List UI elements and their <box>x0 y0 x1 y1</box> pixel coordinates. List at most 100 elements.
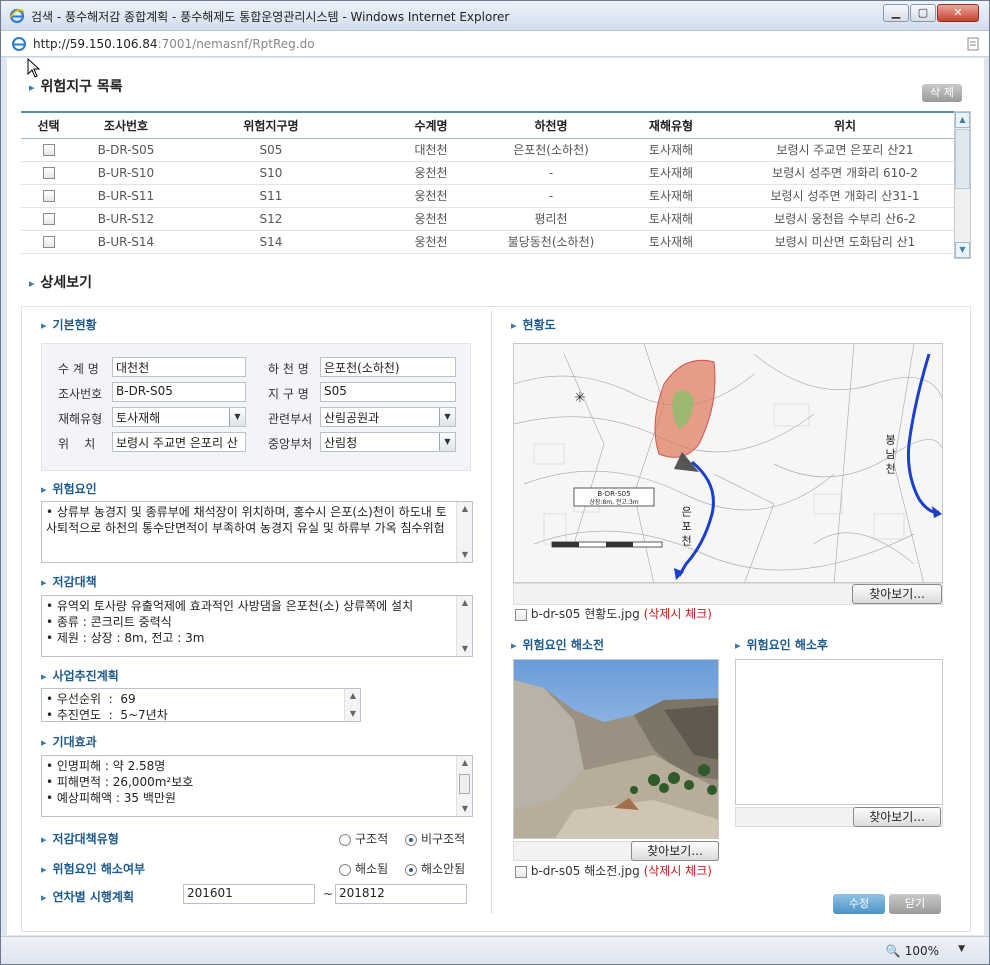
scroll-down-arrow[interactable]: ▼ <box>345 707 360 721</box>
table-row[interactable]: B-UR-S14 S14 웅천천 불당동천(소하천) 토사재해 보령시 미산면 … <box>21 230 954 254</box>
scroll-up-arrow[interactable]: ▲ <box>457 502 472 516</box>
row-checkbox[interactable] <box>42 190 55 202</box>
scroll-down-arrow[interactable]: ▼ <box>955 242 970 258</box>
before-title: 위험요인 해소전 <box>522 638 604 652</box>
cell-river: 불당동천(소하천) <box>496 230 606 254</box>
effect-heading: 기대효과 <box>41 733 97 750</box>
dept-select[interactable]: 산림공원과 ▼ <box>320 407 456 427</box>
measure-scrollbar[interactable]: ▲ ▼ <box>456 596 472 656</box>
cell-survey-no: B-UR-S10 <box>76 161 176 185</box>
url-text[interactable]: http://59.150.106.84:7001/nemasnf/RptReg… <box>33 37 315 51</box>
plan-line: • 추진연도 : 5~7년차 <box>46 708 168 722</box>
scroll-thumb[interactable] <box>459 774 470 794</box>
table-row[interactable]: B-UR-S11 S11 웅천천 - 토사재해 보령시 성주면 개화리 산31-… <box>21 184 954 208</box>
river-field[interactable]: 은포천(소하천) <box>320 357 456 377</box>
chevron-down-icon[interactable]: ▼ <box>229 408 245 426</box>
detail-section-title: 상세보기 <box>29 272 93 292</box>
url-host: http://59.150.106.84 <box>33 37 158 51</box>
close-button[interactable]: 닫기 <box>889 894 941 914</box>
before-delete-checkbox[interactable] <box>515 865 527 878</box>
before-browse-button[interactable]: 찾아보기... <box>631 841 719 861</box>
col-select: 선택 <box>21 111 76 139</box>
table-row[interactable]: B-DR-S05 S05 대천천 은포천(소하천) 토사재해 보령시 주교면 은… <box>21 138 954 162</box>
measure-title: 저감대책 <box>52 575 97 589</box>
plan-heading: 사업추진계획 <box>41 667 119 684</box>
effect-line: • 피해면적 : 26,000m²보호 <box>46 775 194 789</box>
map-browse-button[interactable]: 찾아보기... <box>852 584 942 604</box>
measure-type-heading: 저감대책유형 <box>41 830 119 847</box>
scroll-down-arrow[interactable]: ▼ <box>457 642 472 656</box>
radio-structural[interactable] <box>339 833 351 846</box>
radio-resolved[interactable] <box>339 863 351 876</box>
row-checkbox[interactable] <box>42 167 55 179</box>
cell-location: 보령시 성주면 개화리 610-2 <box>736 161 954 185</box>
map-delete-hint: (삭제시 체크) <box>643 607 712 621</box>
scroll-up-arrow[interactable]: ▲ <box>457 756 472 770</box>
map-river-label-left: 은 포 천 <box>680 506 693 546</box>
schedule-to-field[interactable]: 201812 <box>335 884 467 904</box>
survey-field[interactable]: B-DR-S05 <box>112 382 246 402</box>
risk-textarea[interactable]: • 상류부 농경지 및 종류부에 채석장이 위치하며, 홍수시 은포(소)천이 … <box>41 501 473 563</box>
district-label: 지 구 명 <box>268 387 309 401</box>
after-heading: 위험요인 해소후 <box>735 636 828 653</box>
scroll-down-arrow[interactable]: ▼ <box>457 802 472 816</box>
resolved-no-option[interactable]: 해소안됨 <box>405 860 465 877</box>
scroll-up-arrow[interactable]: ▲ <box>955 112 970 128</box>
chevron-down-icon[interactable]: ▼ <box>439 408 455 426</box>
effect-scrollbar[interactable]: ▲ ▼ <box>456 756 472 816</box>
scroll-up-arrow[interactable]: ▲ <box>457 596 472 610</box>
row-checkbox[interactable] <box>42 144 55 156</box>
resolved-yes-option[interactable]: 해소됨 <box>339 860 388 877</box>
measure-type-structural-option[interactable]: 구조적 <box>339 830 388 847</box>
basin-field[interactable]: 대천천 <box>112 357 246 377</box>
cell-survey-no: B-DR-S05 <box>76 138 176 162</box>
basic-info-title: 기본현황 <box>52 318 97 332</box>
location-field[interactable]: 보령시 주교면 은포리 산 <box>112 432 246 452</box>
district-field[interactable]: S05 <box>320 382 456 402</box>
list-section-title: 위험지구 목록 <box>29 76 123 96</box>
chevron-down-icon[interactable]: ▼ <box>958 944 965 954</box>
col-location: 위치 <box>736 111 954 139</box>
address-bar[interactable]: http://59.150.106.84:7001/nemasnf/RptReg… <box>1 31 989 57</box>
close-window-button[interactable]: ✕ <box>937 4 979 22</box>
cell-basin: 웅천천 <box>366 184 496 208</box>
risk-scrollbar[interactable]: ▲ ▼ <box>456 502 472 562</box>
measure-type-nonstructural-option[interactable]: 비구조적 <box>405 830 465 847</box>
delete-button[interactable]: 삭 제 <box>922 84 962 102</box>
table-scrollbar[interactable]: ▲ ▼ <box>954 111 971 259</box>
cell-river: 은포천(소하천) <box>496 138 606 162</box>
effect-textarea[interactable]: • 인명피해 : 약 2.58명 • 피해면적 : 26,000m²보호 • 예… <box>41 755 473 817</box>
detail-title-text: 상세보기 <box>40 275 93 291</box>
col-disaster-type: 재해유형 <box>606 111 736 139</box>
row-checkbox[interactable] <box>42 213 55 225</box>
zoom-control[interactable]: 🔍 100% <box>886 944 939 958</box>
measure-textarea[interactable]: • 유역외 토사량 유출억제에 효과적인 사방댐을 은포천(소) 상류쪽에 설치… <box>41 595 473 657</box>
central-select-value: 산림청 <box>324 436 358 450</box>
map-delete-checkbox[interactable] <box>515 608 527 621</box>
after-browse-button[interactable]: 찾아보기... <box>853 807 941 827</box>
col-survey-no: 조사번호 <box>76 111 176 139</box>
before-file-name: b-dr-s05 해소전.jpg <box>530 864 640 878</box>
central-select[interactable]: 산림청 ▼ <box>320 432 456 452</box>
table-row[interactable]: B-UR-S12 S12 웅천천 평리천 토사재해 보령시 웅천읍 수부리 산6… <box>21 207 954 231</box>
plan-scrollbar[interactable]: ▲ ▼ <box>344 689 360 721</box>
maximize-button[interactable]: ▢ <box>910 4 936 22</box>
radio-nonstructural[interactable] <box>405 833 417 846</box>
effect-title: 기대효과 <box>52 735 97 749</box>
table-row[interactable]: B-UR-S10 S10 웅천천 - 토사재해 보령시 성주면 개화리 610-… <box>21 161 954 185</box>
schedule-from-field[interactable]: 201601 <box>183 884 315 904</box>
disaster-label: 재해유형 <box>58 412 103 426</box>
save-button[interactable]: 수정 <box>833 894 885 914</box>
radio-unresolved[interactable] <box>405 863 417 876</box>
scroll-down-arrow[interactable]: ▼ <box>457 548 472 562</box>
radio-unresolved-label: 해소안됨 <box>421 862 466 876</box>
scroll-thumb[interactable] <box>955 129 970 189</box>
row-checkbox[interactable] <box>42 236 55 248</box>
disaster-select[interactable]: 토사재해 ▼ <box>112 407 246 427</box>
plan-textarea[interactable]: • 우선순위 : 69 • 추진연도 : 5~7년차 ▲ ▼ <box>41 688 361 722</box>
plan-line: • 우선순위 : 69 <box>46 692 136 706</box>
minimize-button[interactable]: ▁ <box>883 4 909 22</box>
cell-location: 보령시 미산면 도화담리 산1 <box>736 230 954 254</box>
scroll-up-arrow[interactable]: ▲ <box>345 689 360 703</box>
chevron-down-icon[interactable]: ▼ <box>439 433 455 451</box>
